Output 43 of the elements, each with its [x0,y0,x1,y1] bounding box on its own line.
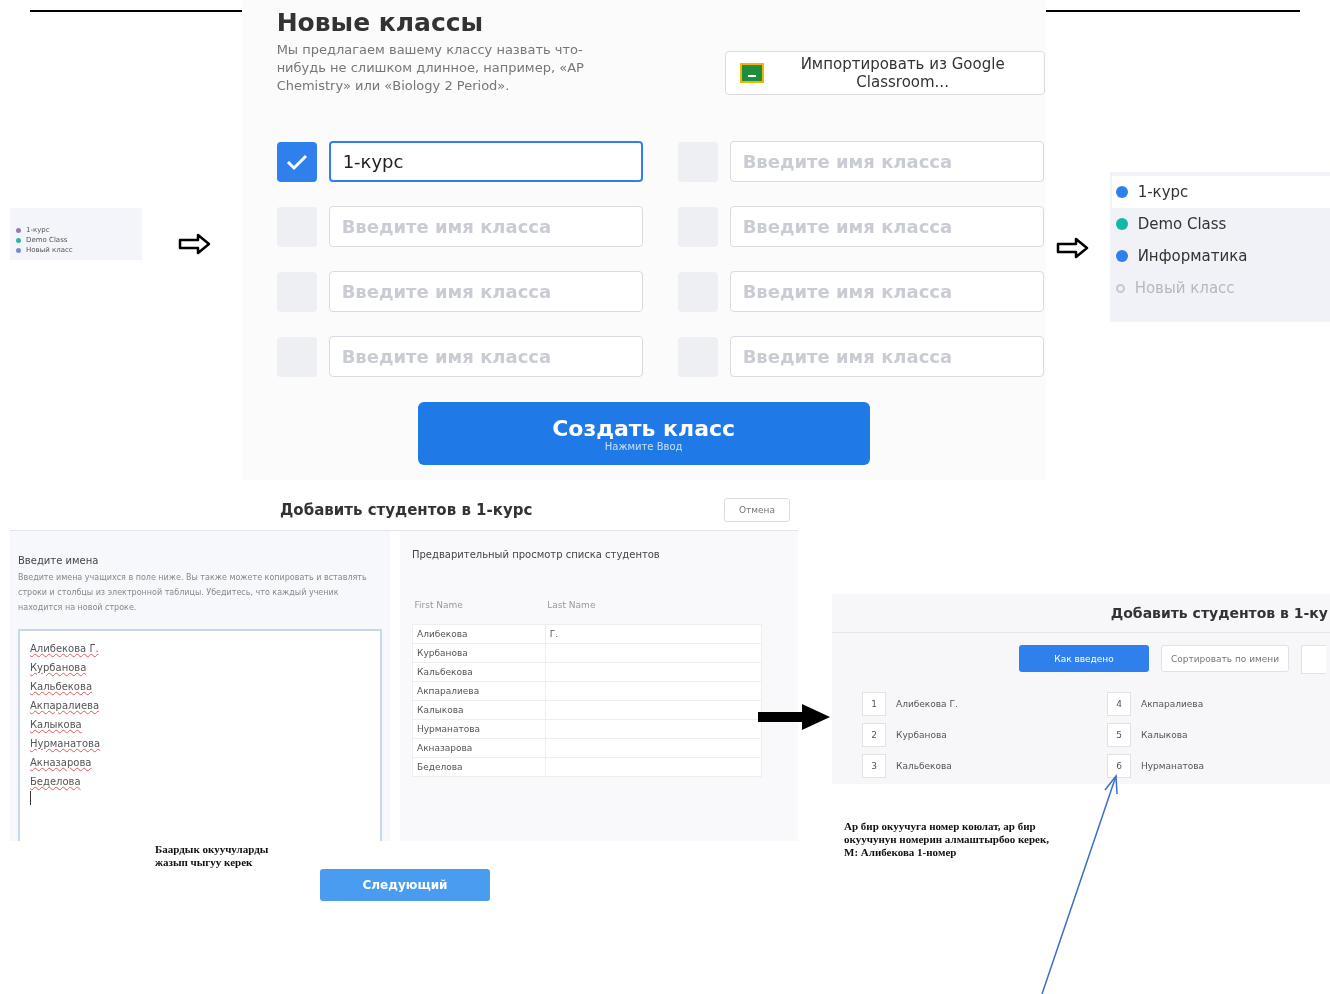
table-cell: Г. [545,624,762,644]
class-item[interactable]: Информатика [1111,240,1330,272]
section-title: Введите имена [18,555,100,566]
annotation-text: Баардык окуучуларды жазып чыгуу керек [155,843,269,869]
panel-title: Новые классы [276,8,485,37]
table-cell: Алибекова [412,624,546,644]
number-field[interactable]: 3 [862,753,886,778]
help-text: Введите имена учащихся в поле ниже. Вы также можете копировать и вставлять строки и столбцы из электронной таблицы. Убедитесь, что каждый ученик находится на новой строке. [18,572,368,614]
description-text: Мы предлагаем вашему классу назвать что-нибудь не слишком длинное, например, «AP Chemistry» или «Biology 2 Period». [276,41,585,95]
class-item[interactable]: Demo Class [1111,208,1330,240]
import-button[interactable]: Импортировать из Google Classroom... [724,51,1045,95]
number-field[interactable]: 2 [862,722,886,747]
section-title: Предварительный просмотр списка студентов [412,549,661,560]
column-header: First Name [412,600,546,625]
class-name-field[interactable]: 1-курс [328,141,643,182]
student-name: Курбанова [896,729,947,740]
student-name: Акпаралиева [1141,698,1204,709]
dialog-title: Добавить студентов в 1-ку [1110,605,1329,621]
student-name: Калыкова [1141,729,1188,740]
names-textarea[interactable]: Алибекова Г. Курбанова Кальбекова Акпаралиева Калыкова Нурманатова Акназарова Беделова [18,629,382,841]
create-class-button[interactable]: Создать класс Нажмите Ввод [417,402,870,465]
sort-button[interactable]: Как введено [1019,645,1149,672]
student-name: Кальбекова [896,760,952,771]
arrow-icon [758,702,832,732]
arrow-icon [177,232,212,256]
number-field[interactable]: 1 [862,691,886,716]
dialog-title: Добавить студентов в 1-курс [280,501,533,519]
number-field[interactable]: 4 [1107,691,1131,716]
number-field[interactable]: 5 [1107,722,1131,747]
cancel-button[interactable]: Отмена [723,498,790,522]
sort-button[interactable] [1301,645,1326,674]
checkbox[interactable] [276,141,317,182]
annotation-text: Ар бир окуучуга номер коюлат, ар бир окуучунун номерин алмаштырбоо керек, М: Алибекова 1-номер [844,820,1051,859]
column-header: Last Name [545,600,762,625]
classroom-icon [739,63,764,83]
circle-icon [1115,283,1125,293]
sort-button[interactable]: Сортировать по имени [1161,645,1289,672]
check-icon [285,152,308,171]
student-name: Нурманатова [1141,760,1205,771]
number-field[interactable]: 6 [1107,753,1131,778]
class-item[interactable]: 1-курс [1111,176,1330,208]
student-name: Алибекова Г. [896,698,958,709]
arrow-icon [1055,236,1090,260]
